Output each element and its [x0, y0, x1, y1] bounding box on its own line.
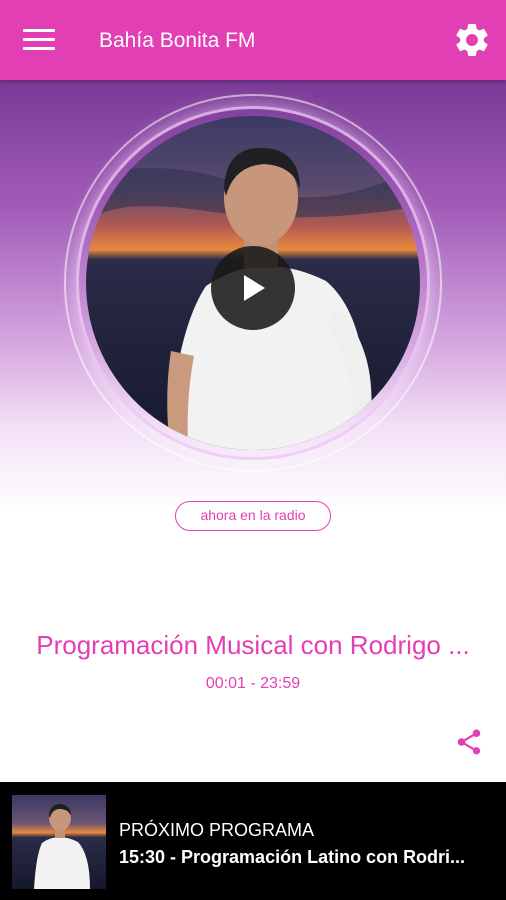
- app-bar: Bahía Bonita FM: [0, 0, 506, 80]
- share-icon: [457, 729, 481, 755]
- current-program-title: Programación Musical con Rodrigo ...: [36, 630, 470, 660]
- app-title: Bahía Bonita FM: [99, 29, 256, 52]
- hamburger-menu-icon: [23, 29, 55, 51]
- next-thumbnail-illustration: [12, 795, 106, 889]
- hero-section: [0, 80, 506, 510]
- now-on-air-badge: ahora en la radio: [175, 501, 331, 531]
- next-program-bar[interactable]: PRÓXIMO PROGRAMA 15:30 - Programación La…: [0, 782, 506, 900]
- play-button[interactable]: [211, 246, 295, 330]
- current-program-time: 00:01 - 23:59: [205, 675, 301, 692]
- gear-icon: [456, 23, 488, 56]
- next-program-thumbnail: [12, 795, 106, 889]
- play-icon: [244, 275, 265, 301]
- next-program-title: 15:30 - Programación Latino con Rodri...: [119, 847, 466, 867]
- settings-button[interactable]: [450, 18, 494, 62]
- share-button[interactable]: [451, 724, 487, 760]
- next-program-label: PRÓXIMO PROGRAMA: [119, 820, 315, 840]
- menu-button[interactable]: [14, 20, 64, 60]
